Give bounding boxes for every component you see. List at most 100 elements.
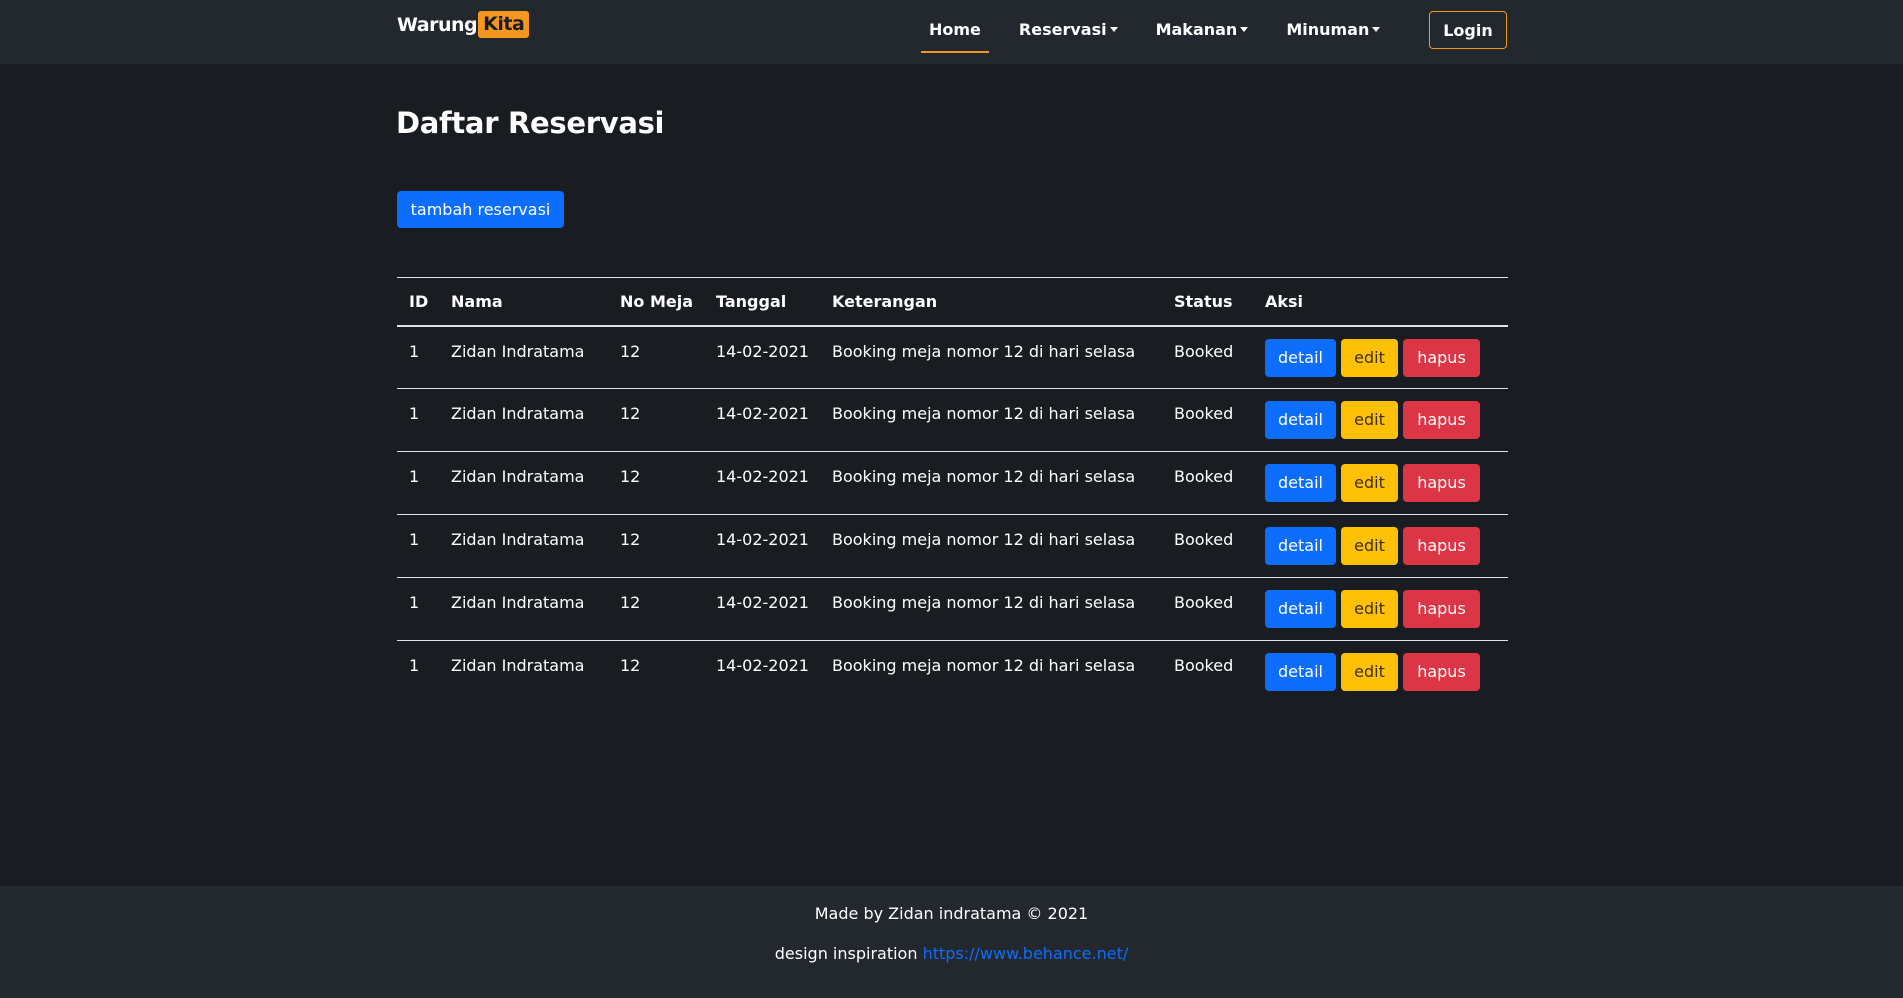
- footer: Made by Zidan indratama © 2021 design in…: [0, 886, 1903, 998]
- column-header-keterangan: Keterangan: [820, 277, 1162, 327]
- detail-button[interactable]: detail: [1265, 401, 1336, 439]
- cell-no-meja: 12: [608, 577, 704, 641]
- detail-button[interactable]: detail: [1265, 653, 1336, 691]
- cell-status: Booked: [1162, 451, 1253, 515]
- edit-button[interactable]: edit: [1341, 653, 1398, 691]
- nav-home-label: Home: [929, 20, 981, 39]
- brand-logo[interactable]: Warung Kita: [397, 11, 530, 38]
- brand-name-part1: Warung: [397, 13, 478, 36]
- table-body: 1 Zidan Indratama 12 14-02-2021 Booking …: [397, 325, 1508, 704]
- nav-reservasi-dropdown[interactable]: Reservasi: [1011, 0, 1126, 64]
- brand-name-part2: Kita: [478, 11, 530, 38]
- table-row: 1 Zidan Indratama 12 14-02-2021 Booking …: [397, 325, 1508, 389]
- cell-id: 1: [397, 514, 439, 578]
- column-header-tanggal: Tanggal: [704, 277, 820, 327]
- edit-button[interactable]: edit: [1341, 401, 1398, 439]
- footer-inspiration: design inspiration https://www.behance.n…: [0, 944, 1903, 963]
- column-header-status: Status: [1162, 277, 1253, 327]
- cell-aksi: detail edit hapus: [1253, 577, 1508, 641]
- detail-button[interactable]: detail: [1265, 590, 1336, 628]
- cell-nama: Zidan Indratama: [439, 514, 608, 578]
- cell-id: 1: [397, 388, 439, 452]
- cell-id: 1: [397, 325, 439, 389]
- login-button[interactable]: Login: [1429, 11, 1507, 49]
- edit-button[interactable]: edit: [1341, 338, 1398, 377]
- cell-nama: Zidan Indratama: [439, 577, 608, 641]
- caret-down-icon: [1109, 26, 1118, 32]
- cell-status: Booked: [1162, 388, 1253, 452]
- navbar: Warung Kita Home Reservasi Makanan Minum…: [0, 0, 1903, 64]
- cell-tanggal: 14-02-2021: [704, 577, 820, 641]
- footer-inspiration-label: design inspiration: [774, 944, 918, 963]
- edit-button[interactable]: edit: [1341, 590, 1398, 628]
- nav-reservasi-label: Reservasi: [1018, 20, 1107, 39]
- cell-status: Booked: [1162, 577, 1253, 641]
- cell-no-meja: 12: [608, 514, 704, 578]
- cell-keterangan: Booking meja nomor 12 di hari selasa: [820, 388, 1162, 452]
- cell-status: Booked: [1162, 514, 1253, 578]
- cell-keterangan: Booking meja nomor 12 di hari selasa: [820, 577, 1162, 641]
- table-row: 1 Zidan Indratama 12 14-02-2021 Booking …: [397, 641, 1508, 704]
- table-header-row: ID Nama No Meja Tanggal Keterangan Statu…: [397, 277, 1508, 327]
- cell-aksi: detail edit hapus: [1253, 514, 1508, 578]
- detail-button[interactable]: detail: [1265, 338, 1336, 377]
- edit-button[interactable]: edit: [1341, 464, 1398, 502]
- cell-id: 1: [397, 577, 439, 641]
- edit-button[interactable]: edit: [1341, 527, 1398, 565]
- cell-tanggal: 14-02-2021: [716, 656, 809, 675]
- cell-keterangan: Booking meja nomor 12 di hari selasa: [820, 451, 1162, 515]
- delete-button[interactable]: hapus: [1403, 527, 1480, 565]
- cell-keterangan: Booking meja nomor 12 di hari selasa: [820, 325, 1162, 389]
- cell-keterangan: Booking meja nomor 12 di hari selasa: [832, 656, 1136, 675]
- cell-status: Booked: [1162, 325, 1253, 389]
- cell-tanggal: 14-02-2021: [704, 325, 820, 389]
- caret-down-icon: [1372, 26, 1381, 32]
- cell-nama: Zidan Indratama: [439, 325, 608, 389]
- nav-minuman-dropdown[interactable]: Minuman: [1278, 0, 1388, 64]
- cell-nama: Zidan Indratama: [439, 451, 608, 515]
- nav-home-link[interactable]: Home: [921, 0, 989, 64]
- caret-down-icon: [1240, 26, 1249, 32]
- reservation-table: ID Nama No Meja Tanggal Keterangan Statu…: [397, 277, 1508, 704]
- delete-button[interactable]: hapus: [1403, 338, 1480, 377]
- table-row: 1 Zidan Indratama 12 14-02-2021 Booking …: [397, 451, 1508, 515]
- detail-button[interactable]: detail: [1265, 464, 1336, 502]
- cell-nama: Zidan Indratama: [451, 656, 585, 675]
- page-title: Daftar Reservasi: [396, 106, 665, 140]
- table-row: 1 Zidan Indratama 12 14-02-2021 Booking …: [397, 577, 1508, 641]
- nav-minuman-label: Minuman: [1286, 20, 1370, 39]
- cell-aksi: detail edit hapus: [1253, 641, 1508, 704]
- cell-aksi: detail edit hapus: [1253, 451, 1508, 515]
- nav-makanan-dropdown[interactable]: Makanan: [1148, 0, 1257, 64]
- add-reservation-button[interactable]: tambah reservasi: [397, 191, 564, 228]
- cell-aksi: detail edit hapus: [1253, 325, 1508, 389]
- cell-aksi: detail edit hapus: [1253, 388, 1508, 452]
- column-header-nama: Nama: [439, 277, 608, 327]
- column-header-aksi: Aksi: [1253, 277, 1508, 327]
- cell-tanggal: 14-02-2021: [704, 514, 820, 578]
- cell-no-meja: 12: [608, 388, 704, 452]
- delete-button[interactable]: hapus: [1403, 653, 1480, 691]
- cell-no-meja: 12: [620, 656, 641, 675]
- footer-credit: Made by Zidan indratama © 2021: [814, 904, 1089, 923]
- delete-button[interactable]: hapus: [1403, 464, 1480, 502]
- cell-no-meja: 12: [608, 325, 704, 389]
- cell-tanggal: 14-02-2021: [704, 451, 820, 515]
- table-row: 1 Zidan Indratama 12 14-02-2021 Booking …: [397, 388, 1508, 452]
- cell-tanggal: 14-02-2021: [704, 388, 820, 452]
- cell-status: Booked: [1174, 656, 1234, 675]
- cell-no-meja: 12: [608, 451, 704, 515]
- reservation-table-container: ID Nama No Meja Tanggal Keterangan Statu…: [397, 277, 1508, 704]
- delete-button[interactable]: hapus: [1403, 590, 1480, 628]
- cell-id: 1: [397, 451, 439, 515]
- cell-id: 1: [409, 656, 420, 675]
- column-header-id: ID: [397, 277, 439, 327]
- detail-button[interactable]: detail: [1265, 527, 1336, 565]
- delete-button[interactable]: hapus: [1403, 401, 1480, 439]
- behance-link[interactable]: https://www.behance.net/: [923, 944, 1129, 963]
- cell-keterangan: Booking meja nomor 12 di hari selasa: [820, 514, 1162, 578]
- table-row: 1 Zidan Indratama 12 14-02-2021 Booking …: [397, 514, 1508, 578]
- column-header-no-meja: No Meja: [608, 277, 704, 327]
- cell-nama: Zidan Indratama: [439, 388, 608, 452]
- nav-makanan-label: Makanan: [1155, 20, 1238, 39]
